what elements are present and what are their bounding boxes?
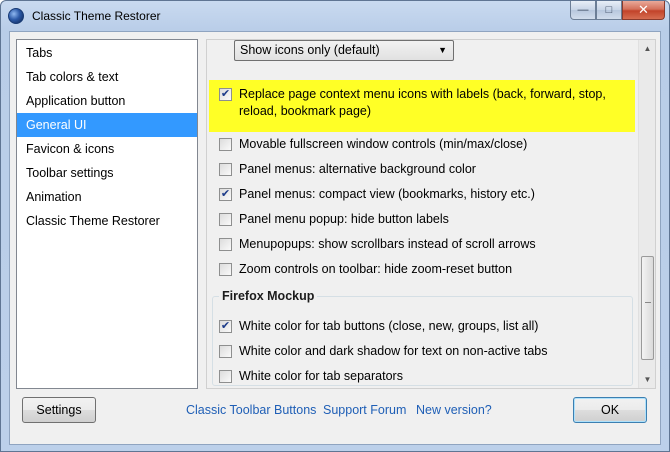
vertical-scrollbar[interactable]: ▲ ▼	[638, 40, 655, 388]
nav-item-tabs[interactable]: Tabs	[17, 41, 197, 65]
option-label: Panel menus: compact view (bookmarks, hi…	[239, 187, 535, 201]
ok-button[interactable]: OK	[573, 397, 647, 423]
dialog-content: Tabs Tab colors & text Application butto…	[9, 31, 661, 445]
option-label: White color for tab separators	[239, 369, 403, 383]
nav-item-classic-theme-restorer[interactable]: Classic Theme Restorer	[17, 209, 197, 233]
checkbox[interactable]	[219, 163, 232, 176]
nav-item-toolbar-settings[interactable]: Toolbar settings	[17, 161, 197, 185]
option-fullscreen-controls[interactable]: Movable fullscreen window controls (min/…	[219, 136, 527, 153]
select-value: Show icons only (default)	[240, 43, 380, 57]
option-context-menu-labels[interactable]: ✔ Replace page context menu icons with l…	[219, 86, 629, 120]
group-title: Firefox Mockup	[219, 289, 318, 303]
minimize-icon: —	[577, 4, 589, 16]
option-label: White color for tab buttons (close, new,…	[239, 319, 539, 333]
category-list: Tabs Tab colors & text Application butto…	[16, 39, 198, 389]
window-title: Classic Theme Restorer	[32, 9, 161, 23]
title-bar[interactable]: Classic Theme Restorer — □ ✕	[1, 1, 669, 31]
checkbox[interactable]	[219, 345, 232, 358]
checkbox-checked[interactable]: ✔	[219, 320, 232, 333]
classic-toolbar-buttons-link[interactable]: Classic Toolbar Buttons	[186, 403, 316, 417]
maximize-button[interactable]: □	[596, 1, 622, 20]
globe-icon	[8, 8, 24, 24]
nav-item-tab-colors[interactable]: Tab colors & text	[17, 65, 197, 89]
support-forum-link[interactable]: Support Forum	[323, 403, 406, 417]
checkbox[interactable]	[219, 213, 232, 226]
checkbox[interactable]	[219, 370, 232, 383]
option-zoom-reset[interactable]: Zoom controls on toolbar: hide zoom-rese…	[219, 261, 512, 278]
minimize-button[interactable]: —	[570, 1, 596, 20]
checkbox[interactable]	[219, 238, 232, 251]
option-label: Menupopups: show scrollbars instead of s…	[239, 237, 536, 251]
new-version-link[interactable]: New version?	[416, 403, 492, 417]
nav-item-application-button[interactable]: Application button	[17, 89, 197, 113]
checkbox[interactable]	[219, 263, 232, 276]
scrollbar-thumb[interactable]	[641, 256, 654, 360]
dropdown-arrow-icon: ▼	[438, 45, 447, 55]
option-label: Zoom controls on toolbar: hide zoom-rese…	[239, 262, 513, 276]
close-button[interactable]: ✕	[622, 1, 665, 20]
close-icon: ✕	[638, 2, 649, 17]
checkbox[interactable]	[219, 138, 232, 151]
option-panel-alt-bg[interactable]: Panel menus: alternative background colo…	[219, 161, 476, 178]
scroll-up-icon[interactable]: ▲	[641, 42, 654, 55]
footer-bar: Settings Classic Toolbar Buttons Support…	[10, 392, 660, 444]
option-white-tab-buttons[interactable]: ✔ White color for tab buttons (close, ne…	[219, 318, 538, 335]
settings-button[interactable]: Settings	[22, 397, 96, 423]
scroll-down-icon[interactable]: ▼	[641, 373, 654, 386]
grip-icon	[645, 302, 651, 303]
option-white-separators[interactable]: White color for tab separators	[219, 368, 403, 385]
option-label: Movable fullscreen window controls (min/…	[239, 137, 528, 151]
nav-item-animation[interactable]: Animation	[17, 185, 197, 209]
option-white-text-shadow[interactable]: White color and dark shadow for text on …	[219, 343, 548, 360]
option-panel-compact[interactable]: ✔ Panel menus: compact view (bookmarks, …	[219, 186, 535, 203]
option-label: Replace page context menu icons with lab…	[239, 87, 606, 118]
option-label: Panel menu popup: hide button labels	[239, 212, 449, 226]
checkbox-checked[interactable]: ✔	[219, 88, 232, 101]
caption-buttons: — □ ✕	[570, 1, 665, 21]
checkbox-checked[interactable]: ✔	[219, 188, 232, 201]
icon-mode-select[interactable]: Show icons only (default) ▼	[234, 40, 454, 61]
option-label: White color and dark shadow for text on …	[239, 344, 548, 358]
dialog-window: Classic Theme Restorer — □ ✕ Tabs Tab co…	[0, 0, 670, 452]
settings-pane: Show icons only (default) ▼ ✔ Replace pa…	[206, 39, 656, 389]
nav-item-favicon-icons[interactable]: Favicon & icons	[17, 137, 197, 161]
maximize-icon: □	[605, 4, 613, 16]
option-menupopup-scrollbars[interactable]: Menupopups: show scrollbars instead of s…	[219, 236, 536, 253]
option-panel-popup-labels[interactable]: Panel menu popup: hide button labels	[219, 211, 449, 228]
option-label: Panel menus: alternative background colo…	[239, 162, 476, 176]
nav-item-general-ui[interactable]: General UI	[17, 113, 197, 137]
